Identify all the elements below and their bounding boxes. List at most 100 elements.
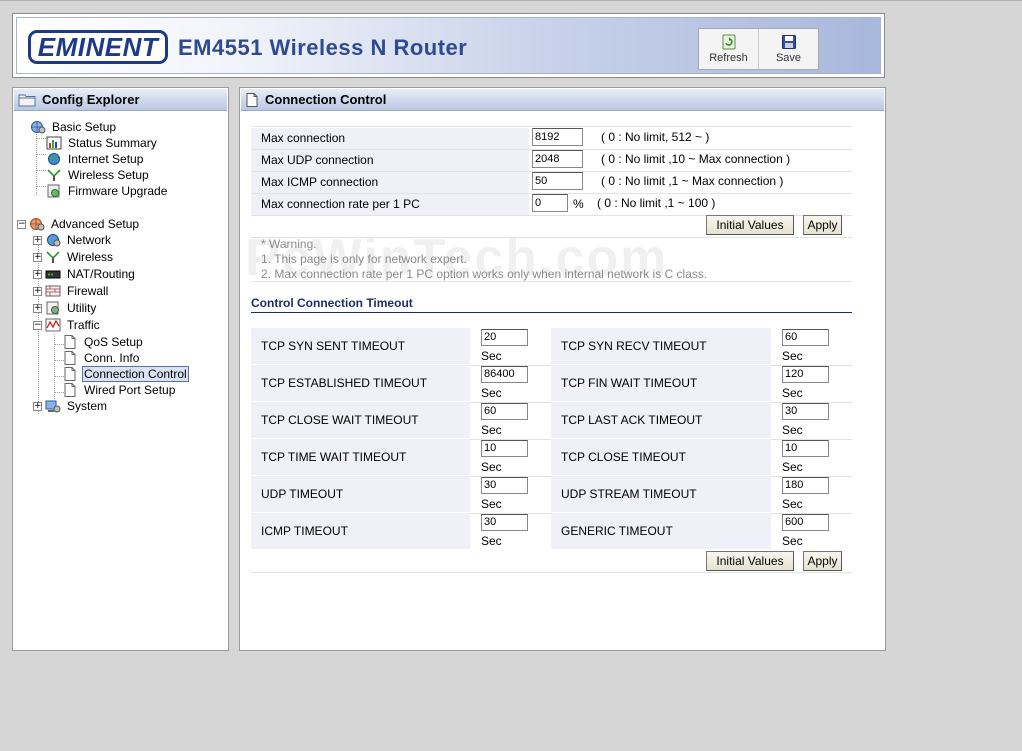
initial-values-button-2[interactable]: Initial Values [706,551,794,571]
tcp-time-wait-timeout-input[interactable]: 10 [481,440,528,457]
tcp-close-timeout-input[interactable]: 10 [782,440,829,457]
apply-button[interactable]: Apply [803,215,842,235]
globe-icon [48,153,60,165]
header: EMINENT EM4551 Wireless N Router Refresh… [12,13,885,78]
tree-item-connection-control[interactable]: Connection Control [62,366,189,382]
max-connection-label: Max connection [251,127,529,149]
tree-item-wired-port-setup[interactable]: Wired Port Setup [62,382,177,398]
wireless-antenna-icon [46,251,60,263]
tree-item-firewall[interactable]: + Firewall [33,283,110,299]
wireless-antenna-icon [47,169,61,181]
max-connection-rate-label: Max connection rate per 1 PC [251,193,529,215]
tree-line [36,138,46,139]
tree-item-wireless-setup[interactable]: Wireless Setup [46,167,151,183]
utility-icon [46,301,59,315]
max-connection-rate-row: Max connection rate per 1 PC 0 % ( 0 : N… [251,193,852,215]
timeout-row: TCP CLOSE WAIT TIMEOUT 60 Sec TCP LAST A… [251,402,852,439]
config-explorer-panel: Config Explorer Basic Setup Status Summa… [12,87,229,651]
timeout-row: TCP SYN SENT TIMEOUT 20 Sec TCP SYN RECV… [251,328,852,365]
tree-item-wireless[interactable]: + Wireless [33,249,115,265]
tree-item-utility[interactable]: + Utility [33,300,98,316]
percent-unit: % [573,197,584,211]
max-connection-rate-input[interactable]: 0 [532,194,568,212]
timeout-row: TCP ESTABLISHED TIMEOUT 86400 Sec TCP FI… [251,365,852,402]
icmp-timeout-label: ICMP TIMEOUT [251,513,470,549]
tree-item-system[interactable]: + System [33,398,109,414]
tree-item-advanced-setup[interactable]: − Advanced Setup [17,216,141,232]
tree-item-internet-setup[interactable]: Internet Setup [46,151,145,167]
expand-toggle[interactable]: + [33,235,42,245]
tcp-syn-sent-timeout-input[interactable]: 20 [481,329,528,346]
expand-toggle[interactable]: + [33,286,42,296]
tcp-close-wait-timeout-input[interactable]: 60 [481,403,528,420]
system-icon [45,400,61,413]
header-banner: EMINENT EM4551 Wireless N Router Refresh… [16,17,881,74]
save-label: Save [775,52,802,64]
max-icmp-connection-row: Max ICMP connection 50 ( 0 : No limit ,1… [251,171,852,193]
initial-values-button[interactable]: Initial Values [706,215,794,235]
tree-item-status-summary[interactable]: Status Summary [46,135,159,151]
globe-gear-icon [31,121,46,134]
refresh-button[interactable]: Refresh [699,29,758,69]
max-icmp-connection-label: Max ICMP connection [251,171,529,193]
connection-control-panel: Connection Control PcWinTech.com Max con… [239,87,886,651]
icmp-timeout-input[interactable]: 30 [481,514,528,531]
tcp-syn-sent-timeout-label: TCP SYN SENT TIMEOUT [251,328,470,364]
row-separator [251,572,852,573]
refresh-icon [722,34,735,50]
page-title: Connection Control [265,92,387,107]
sec-unit: Sec [481,423,502,437]
udp-stream-timeout-label: UDP STREAM TIMEOUT [551,476,771,512]
tcp-syn-recv-timeout-label: TCP SYN RECV TIMEOUT [551,328,771,364]
generic-timeout-input[interactable]: 600 [782,514,829,531]
toolbar: Refresh Save [698,28,819,70]
max-udp-connection-hint: ( 0 : No limit ,10 ~ Max connection ) [601,152,791,166]
sec-unit: Sec [782,349,803,363]
expand-toggle[interactable]: + [33,401,42,411]
max-connection-hint: ( 0 : No limit, 512 ~ ) [601,130,710,144]
page-icon [64,335,76,349]
udp-timeout-input[interactable]: 30 [481,477,528,494]
sec-unit: Sec [481,460,502,474]
folder-icon [18,94,36,106]
tree-item-qos-setup[interactable]: QoS Setup [62,334,145,350]
tree-item-firmware-upgrade[interactable]: Firmware Upgrade [46,183,169,199]
config-explorer-header: Config Explorer [14,89,227,111]
sec-unit: Sec [481,497,502,511]
tree-item-basic-setup[interactable]: Basic Setup [30,119,118,135]
udp-stream-timeout-input[interactable]: 180 [782,477,829,494]
max-icmp-connection-input[interactable]: 50 [532,172,583,190]
tree-item-traffic[interactable]: − Traffic [33,317,102,333]
warning-line-1: 1. This page is only for network expert. [261,252,467,266]
floppy-disk-icon [781,35,796,49]
eminent-logo: EMINENT [28,30,168,64]
apply-button-2[interactable]: Apply [803,551,842,571]
max-icmp-connection-hint: ( 0 : No limit ,1 ~ Max connection ) [601,174,784,188]
tree-item-network[interactable]: + Network [33,232,113,248]
expand-toggle[interactable]: + [33,252,42,262]
network-icon [47,234,61,247]
collapse-toggle[interactable]: − [33,320,42,330]
tree-item-nat-routing[interactable]: + NAT/Routing [33,266,137,282]
max-udp-connection-row: Max UDP connection 2048 ( 0 : No limit ,… [251,149,852,171]
max-udp-connection-input[interactable]: 2048 [532,150,583,168]
sec-unit: Sec [481,386,502,400]
status-chart-icon [46,136,62,150]
warning-text: * Warning. 1. This page is only for netw… [261,237,707,282]
save-button[interactable]: Save [758,29,818,69]
tcp-last-ack-timeout-input[interactable]: 30 [782,403,829,420]
sec-unit: Sec [782,497,803,511]
timeout-section-title: Control Connection Timeout [251,296,852,313]
router-title: EM4551 Wireless N Router [178,35,468,60]
collapse-toggle[interactable]: − [17,219,26,229]
tcp-established-timeout-input[interactable]: 86400 [481,366,528,383]
max-connection-input[interactable]: 8192 [532,128,583,146]
expand-toggle[interactable]: + [33,303,42,313]
tree-item-conn-info[interactable]: Conn. Info [62,350,141,366]
tcp-time-wait-timeout-label: TCP TIME WAIT TIMEOUT [251,439,470,475]
tcp-fin-wait-timeout-input[interactable]: 120 [782,366,829,383]
expand-toggle[interactable]: + [33,269,42,279]
generic-timeout-label: GENERIC TIMEOUT [551,513,771,549]
config-explorer-title: Config Explorer [42,92,140,107]
tcp-syn-recv-timeout-input[interactable]: 60 [782,329,829,346]
